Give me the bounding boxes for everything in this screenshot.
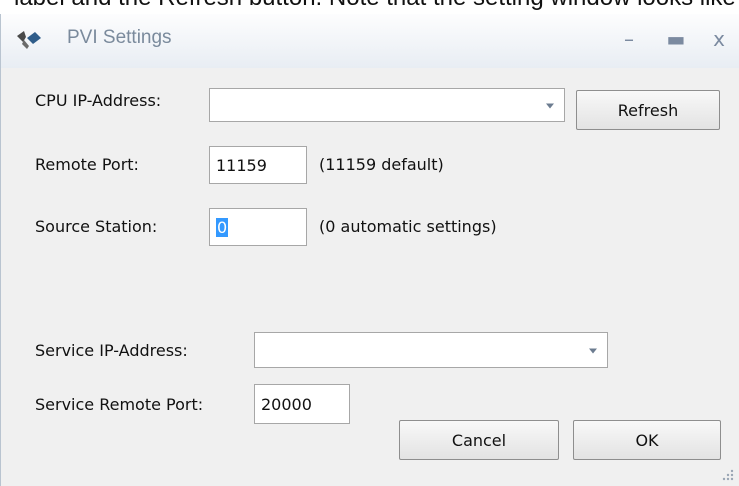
- title-bar[interactable]: PVI Settings – ▬ x: [1, 14, 739, 68]
- remote-port-value: 11159: [216, 155, 267, 175]
- document-caption: label and the Refresh button. Note that …: [14, 0, 739, 12]
- cpu-ip-address-combo[interactable]: [209, 88, 565, 122]
- remote-port-input[interactable]: 11159: [209, 146, 307, 184]
- chevron-down-icon[interactable]: [546, 103, 554, 109]
- source-station-value: 0: [216, 217, 229, 237]
- source-station-input[interactable]: 0: [209, 208, 307, 246]
- cpu-ip-address-label: CPU IP-Address:: [35, 91, 162, 110]
- source-station-label: Source Station:: [35, 217, 158, 236]
- service-remote-port-input[interactable]: 20000: [254, 384, 350, 424]
- resize-grip-icon[interactable]: [721, 468, 735, 482]
- ok-button[interactable]: OK: [573, 420, 721, 460]
- service-ip-address-combo[interactable]: [254, 332, 608, 368]
- document-caption-strip: label and the Refresh button. Note that …: [0, 0, 739, 14]
- cancel-button[interactable]: Cancel: [399, 420, 559, 460]
- source-station-hint: (0 automatic settings): [319, 217, 497, 236]
- service-remote-port-value: 20000: [261, 394, 312, 414]
- chevron-down-icon[interactable]: [589, 348, 597, 354]
- maximize-icon[interactable]: ▬: [661, 26, 691, 52]
- close-icon[interactable]: x: [704, 26, 734, 52]
- minimize-icon[interactable]: –: [614, 26, 644, 52]
- pvi-settings-dialog: PVI Settings – ▬ x CPU IP-Address: Refre…: [0, 14, 739, 486]
- service-ip-address-label: Service IP-Address:: [35, 341, 188, 360]
- refresh-button[interactable]: Refresh: [576, 90, 720, 130]
- service-remote-port-label: Service Remote Port:: [35, 395, 204, 414]
- remote-port-label: Remote Port:: [35, 155, 139, 174]
- app-icon: [17, 31, 41, 49]
- remote-port-hint: (11159 default): [319, 155, 444, 174]
- window-title: PVI Settings: [67, 27, 172, 48]
